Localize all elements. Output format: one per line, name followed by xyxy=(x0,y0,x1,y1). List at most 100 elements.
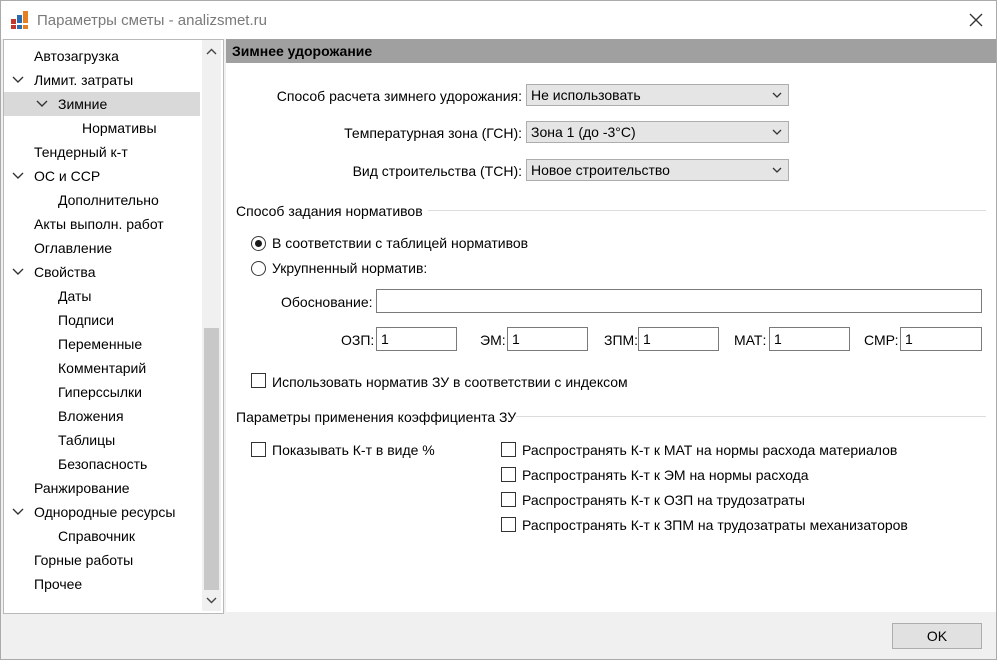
justification-input[interactable] xyxy=(376,289,982,313)
use-index-checkbox-label[interactable]: Использовать норматив ЗУ в соответствии … xyxy=(272,374,628,390)
tree-item-label: ОС и ССР xyxy=(34,168,101,184)
section-header: Зимнее удорожание xyxy=(226,39,996,63)
tree-item-security[interactable]: Безопасность xyxy=(4,452,200,476)
tree-item-other[interactable]: Прочее xyxy=(4,572,200,596)
ozp-input[interactable] xyxy=(376,327,457,351)
use-index-checkbox[interactable] xyxy=(251,373,266,388)
tree-item-label: Акты выполн. работ xyxy=(34,216,164,232)
tree-item-label: Подписи xyxy=(58,312,114,328)
tree-item-label: Гиперссылки xyxy=(58,384,142,400)
tree-item-mining[interactable]: Горные работы xyxy=(4,548,200,572)
tree-item-reference[interactable]: Справочник xyxy=(4,524,200,548)
radio-table-norms-label[interactable]: В соответствии с таблицей нормативов xyxy=(272,235,528,251)
tree-item-limit-costs[interactable]: Лимит. затраты xyxy=(4,68,200,92)
norms-group-title: Способ задания нормативов xyxy=(236,203,423,219)
chevron-up-icon xyxy=(206,48,217,55)
smr-label: СМР: xyxy=(864,332,899,348)
section-title: Зимнее удорожание xyxy=(232,43,373,59)
build-type-value: Новое строительство xyxy=(531,162,670,178)
tree-item-label: Тендерный к-т xyxy=(34,144,128,160)
tree-item-os-ssr[interactable]: ОС и ССР xyxy=(4,164,200,188)
tree-item-label: Автозагрузка xyxy=(34,48,119,64)
tree-item-label: Прочее xyxy=(34,576,83,592)
zpm-input[interactable] xyxy=(638,327,719,351)
zone-value: Зона 1 (до -3°С) xyxy=(531,124,636,140)
build-type-label: Вид строительства (ТСН): xyxy=(352,163,522,179)
spread-zpm-checkbox[interactable] xyxy=(501,517,516,532)
tree-item-label: Таблицы xyxy=(58,432,116,448)
tree-item-label: Однородные ресурсы xyxy=(34,504,176,520)
group-divider xyxy=(428,210,986,211)
tree-item-toc[interactable]: Оглавление xyxy=(4,236,200,260)
spread-zpm-checkbox-label[interactable]: Распространять К-т к ЗПМ на трудозатраты… xyxy=(522,517,908,533)
method-select[interactable]: Не использовать xyxy=(526,84,789,106)
em-input[interactable] xyxy=(507,327,588,351)
build-type-select[interactable]: Новое строительство xyxy=(526,159,789,181)
method-label: Способ расчета зимнего удорожания: xyxy=(276,88,522,104)
radio-aggregated-norm-label[interactable]: Укрупненный норматив: xyxy=(272,260,427,276)
tree-item-signatures[interactable]: Подписи xyxy=(4,308,200,332)
justification-label: Обоснование: xyxy=(281,294,373,310)
ozp-label: ОЗП: xyxy=(341,332,375,348)
chevron-down-icon[interactable] xyxy=(36,99,48,109)
chevron-down-icon[interactable] xyxy=(12,171,24,181)
spread-mat-checkbox-label[interactable]: Распространять К-т к МАТ на нормы расход… xyxy=(522,442,897,458)
group-divider xyxy=(516,416,986,417)
scroll-up-button[interactable] xyxy=(202,43,221,61)
tree-item-label: Дополнительно xyxy=(58,192,159,208)
spread-em-checkbox[interactable] xyxy=(501,467,516,482)
tree-item-hyperlinks[interactable]: Гиперссылки xyxy=(4,380,200,404)
spread-ozp-checkbox-label[interactable]: Распространять К-т к ОЗП на трудозатраты xyxy=(522,492,805,508)
radio-table-norms[interactable] xyxy=(251,236,266,251)
zone-label: Температурная зона (ГСН): xyxy=(344,125,522,141)
tree-item-label: Свойства xyxy=(34,264,96,280)
scroll-thumb[interactable] xyxy=(204,328,219,590)
scroll-down-button[interactable] xyxy=(202,591,221,609)
tree-scrollbar[interactable] xyxy=(202,40,221,611)
chevron-down-icon xyxy=(772,129,782,135)
close-button[interactable] xyxy=(959,7,993,33)
window-title: Параметры сметы - analizsmet.ru xyxy=(37,12,267,29)
tree-item-tables[interactable]: Таблицы xyxy=(4,428,200,452)
dialog-window: Параметры сметы - analizsmet.ru Автозагр… xyxy=(0,0,997,660)
tree-item-comment[interactable]: Комментарий xyxy=(4,356,200,380)
tree-item-variables[interactable]: Переменные xyxy=(4,332,200,356)
show-percent-checkbox[interactable] xyxy=(251,442,266,457)
tree-item-label: Лимит. затраты xyxy=(34,72,134,88)
tree-item-label: Оглавление xyxy=(34,240,113,256)
tree-item-winter[interactable]: Зимние xyxy=(4,92,200,116)
method-value: Не использовать xyxy=(531,87,641,103)
show-percent-checkbox-label[interactable]: Показывать К-т в виде % xyxy=(272,442,435,458)
tree-item-additional[interactable]: Дополнительно xyxy=(4,188,200,212)
tree-item-acts[interactable]: Акты выполн. работ xyxy=(4,212,200,236)
zone-select[interactable]: Зона 1 (до -3°С) xyxy=(526,121,789,143)
chevron-down-icon[interactable] xyxy=(12,507,24,517)
tree-item-properties[interactable]: Свойства xyxy=(4,260,200,284)
tree-item-label: Вложения xyxy=(58,408,124,424)
chevron-down-icon xyxy=(206,597,217,604)
tree-item-attachments[interactable]: Вложения xyxy=(4,404,200,428)
tree-item-label: Ранжирование xyxy=(34,480,130,496)
spread-ozp-checkbox[interactable] xyxy=(501,492,516,507)
ok-button[interactable]: OK xyxy=(892,623,982,649)
titlebar: Параметры сметы - analizsmet.ru xyxy=(1,1,996,39)
tree-item-tender[interactable]: Тендерный к-т xyxy=(4,140,200,164)
chevron-down-icon xyxy=(772,92,782,98)
tree-item-norms[interactable]: Нормативы xyxy=(4,116,200,140)
tree-item-label: Зимние xyxy=(58,96,108,112)
smr-input[interactable] xyxy=(900,327,982,351)
chevron-down-icon[interactable] xyxy=(12,75,24,85)
app-grid-icon xyxy=(11,11,28,29)
tree-item-label: Переменные xyxy=(58,336,143,352)
mat-input[interactable] xyxy=(769,327,850,351)
spread-em-checkbox-label[interactable]: Распространять К-т к ЭМ на нормы расхода xyxy=(522,467,809,483)
chevron-down-icon[interactable] xyxy=(12,267,24,277)
spread-mat-checkbox[interactable] xyxy=(501,442,516,457)
tree-item-homogeneous-resources[interactable]: Однородные ресурсы xyxy=(4,500,200,524)
close-icon xyxy=(969,13,983,27)
tree-item-dates[interactable]: Даты xyxy=(4,284,200,308)
radio-aggregated-norm[interactable] xyxy=(251,261,266,276)
tree-item-ranking[interactable]: Ранжирование xyxy=(4,476,200,500)
chevron-down-icon xyxy=(772,167,782,173)
tree-item-autoload[interactable]: Автозагрузка xyxy=(4,44,200,68)
